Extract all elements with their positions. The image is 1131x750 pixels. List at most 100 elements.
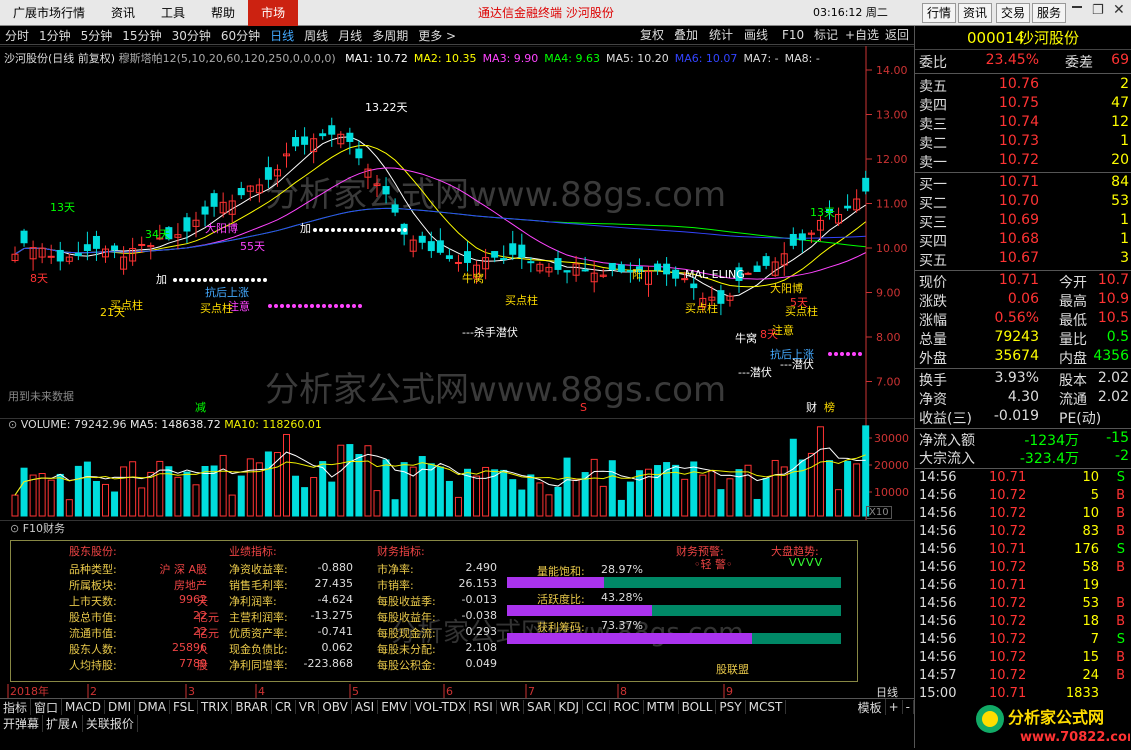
holder-value: 沪 深 A股	[159, 563, 207, 576]
overlay-button[interactable]: 叠加	[674, 26, 698, 45]
signal-dot	[361, 228, 365, 232]
volume-bar	[536, 482, 544, 517]
signal-dot	[331, 228, 335, 232]
stats-button[interactable]: 统计	[709, 26, 733, 45]
menu-news[interactable]: 资讯	[98, 0, 148, 26]
indicator-tab[interactable]: MCST	[746, 700, 787, 714]
kline-chart[interactable]: 14.00 13.00 12.00 11.00 10.00 9.00 8.00 7.00 分析…	[0, 45, 914, 418]
period-5min[interactable]: 5分钟	[76, 27, 118, 44]
quote-button[interactable]: 行情	[922, 3, 957, 23]
fin-value: -0.038	[461, 609, 497, 622]
indicator-tab[interactable]: KDJ	[555, 700, 584, 714]
indicator-tab[interactable]: MACD	[62, 700, 106, 714]
add-tab-button[interactable]: +	[886, 700, 903, 714]
service-button[interactable]: 服务	[1032, 3, 1067, 23]
volume-bar	[816, 426, 824, 517]
indicator-tab[interactable]: EMV	[378, 700, 412, 714]
indicator-tab[interactable]: RSI	[470, 700, 497, 714]
indicator-tab[interactable]: CCI	[583, 700, 611, 714]
indicator-tab[interactable]: 窗口	[31, 698, 63, 716]
indicator-tab[interactable]: PSY	[716, 700, 746, 714]
period-60min[interactable]: 60分钟	[216, 27, 265, 44]
indicator-tab[interactable]: VOL-TDX	[411, 700, 471, 714]
indicator-tab[interactable]: DMI	[105, 700, 136, 714]
perf-key: 主营利润率:	[229, 611, 288, 624]
indicator-tab[interactable]: WR	[497, 700, 525, 714]
template-tab[interactable]: 模板	[855, 698, 886, 716]
period-day[interactable]: 日线	[265, 27, 299, 44]
alert-value: ◦轻 警◦	[694, 558, 733, 571]
f10-button[interactable]: F10	[782, 26, 804, 45]
collapse-icon[interactable]: ⊙	[10, 522, 23, 535]
remove-tab-button[interactable]: -	[903, 700, 914, 714]
menu-market-tab[interactable]: 市场	[248, 0, 299, 26]
indicator-tab[interactable]: DMA	[135, 700, 170, 714]
stat-value-2: 10.9	[1097, 291, 1129, 307]
period-multi[interactable]: 多周期	[367, 27, 413, 44]
signal-dot	[840, 352, 844, 356]
danmaku-tab[interactable]: 开弹幕	[0, 715, 44, 732]
menu-help[interactable]: 帮助	[198, 0, 248, 26]
ask-volume: 2	[1120, 76, 1129, 92]
bid-volume: 3	[1120, 250, 1129, 266]
date-axis: 2018年 2 3 4 5 6 7 8 9 日线	[0, 684, 914, 699]
indicator-tab[interactable]: BOLL	[679, 700, 717, 714]
indicator-tab[interactable]: VR	[296, 700, 320, 714]
volume-bar	[328, 481, 336, 517]
volume-bar	[192, 484, 200, 517]
volume-bar	[762, 478, 770, 517]
period-week[interactable]: 周线	[299, 27, 333, 44]
signal-dot	[828, 352, 832, 356]
candle-body	[92, 235, 100, 249]
trend-arrows: VVVV	[789, 556, 824, 569]
add-watchlist-button[interactable]: +自选	[845, 26, 879, 45]
candle-body	[753, 265, 761, 272]
indicator-tab[interactable]: TRIX	[198, 700, 233, 714]
volume-bar	[346, 444, 354, 517]
indicator-tab[interactable]: ROC	[610, 700, 644, 714]
period-month[interactable]: 月线	[333, 27, 367, 44]
news-button[interactable]: 资讯	[958, 3, 993, 23]
bid-label: 买三	[919, 215, 947, 231]
indicator-tab[interactable]: SAR	[524, 700, 556, 714]
back-button[interactable]: 返回	[885, 26, 909, 45]
period-tick[interactable]: 分时	[0, 27, 34, 44]
trade-button[interactable]: 交易	[996, 3, 1031, 23]
expand-tab[interactable]: 扩展∧	[43, 715, 83, 732]
period-15min[interactable]: 15分钟	[117, 27, 166, 44]
candle-body	[418, 235, 426, 243]
fin-key: 每股现金流:	[377, 627, 436, 640]
ask-price: 10.74	[998, 114, 1039, 130]
collapse-icon[interactable]: ⊙	[8, 418, 17, 431]
clock: 03:16:12 周二	[813, 6, 888, 19]
candle-body	[445, 255, 453, 259]
indicator-tab[interactable]: OBV	[319, 700, 352, 714]
period-more[interactable]: 更多 >	[413, 27, 461, 44]
tick-price: 10.71	[989, 470, 1027, 485]
indicator-name[interactable]: 穆斯塔帕12(5,10,20,60,120,250,0,0,0,0)	[119, 52, 336, 65]
indicator-tab[interactable]: ASI	[352, 700, 379, 714]
close-icon[interactable]: ✕	[1113, 2, 1125, 18]
period-30min[interactable]: 30分钟	[167, 27, 216, 44]
related-quote-tab[interactable]: 关联报价	[83, 715, 138, 732]
volume-ma5: MA5: 148638.72	[129, 418, 221, 431]
f10-tab-label[interactable]: F10财务	[23, 522, 65, 535]
mark-button[interactable]: 标记	[814, 26, 838, 45]
volume-chart[interactable]: 30000 20000 10000 ⊙ VOLUME: 79242.96 MA5: …	[0, 417, 914, 520]
indicator-tab[interactable]: MTM	[644, 700, 679, 714]
bid-volume: 1	[1120, 231, 1129, 247]
minimize-icon[interactable]	[1072, 6, 1082, 8]
indicator-tab[interactable]: CR	[272, 700, 296, 714]
indicator-tab[interactable]: BRAR	[232, 700, 273, 714]
volume-bar	[246, 458, 254, 517]
draw-button[interactable]: 画线	[744, 26, 768, 45]
restore-icon[interactable]: ❐	[1092, 3, 1104, 18]
perf-key: 净利同增率:	[229, 659, 288, 672]
adjust-button[interactable]: 复权	[640, 26, 664, 45]
period-1min[interactable]: 1分钟	[34, 27, 76, 44]
menu-tools[interactable]: 工具	[148, 0, 198, 26]
y-tick-label: 12.00	[876, 153, 908, 166]
indicator-tab[interactable]: FSL	[170, 700, 198, 714]
indicator-tab[interactable]: 指标	[0, 698, 32, 716]
menu-market[interactable]: 广展市场行情	[0, 0, 98, 26]
